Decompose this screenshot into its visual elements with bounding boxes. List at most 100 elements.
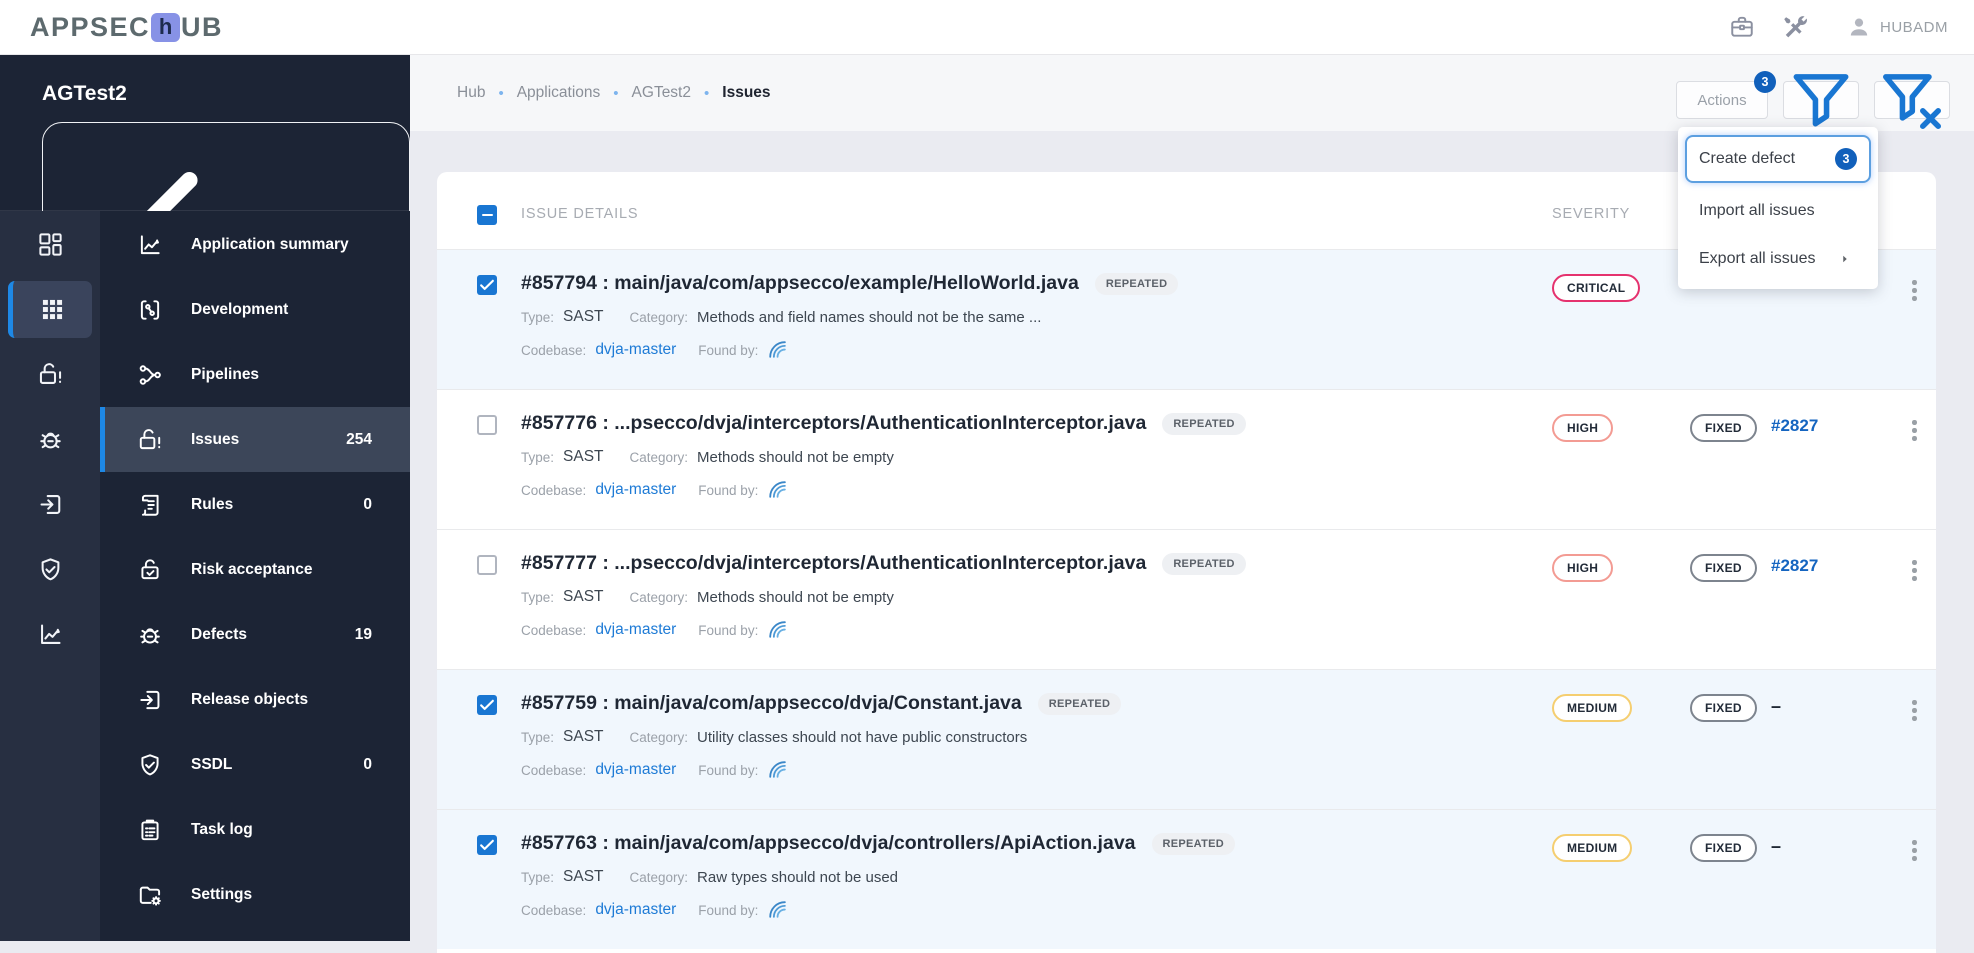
folder-gear-icon <box>137 882 163 908</box>
row-checkbox[interactable] <box>477 275 497 295</box>
row-checkbox[interactable] <box>477 555 497 575</box>
lock-alert-icon <box>37 361 64 388</box>
rail-item-reports[interactable] <box>0 602 100 667</box>
codebase-link[interactable]: dvja-master <box>595 761 676 779</box>
rail-item-defects[interactable] <box>0 407 100 472</box>
codebase-link[interactable]: dvja-master <box>595 621 676 639</box>
sidebar-item-application-summary[interactable]: Application summary <box>100 212 410 277</box>
lock-check-icon <box>137 557 163 583</box>
select-all-checkbox[interactable] <box>477 205 497 225</box>
logo-text-prefix: APPSEC <box>30 12 150 43</box>
category-label: Category: <box>630 450 689 465</box>
breadcrumb-agtest2[interactable]: AGTest2 <box>632 84 691 102</box>
status-badge: FIXED <box>1690 834 1757 862</box>
sidebar-item-count: 254 <box>346 431 372 449</box>
rail-item-dashboard[interactable] <box>0 212 100 277</box>
sidebar-item-task-log[interactable]: Task log <box>100 797 410 862</box>
clipboard-list-icon <box>137 817 163 843</box>
found-by-label: Found by: <box>698 763 758 778</box>
issue-details: #857763 : main/java/com/appsecco/dvja/co… <box>521 832 1518 921</box>
type-value: SAST <box>563 308 603 326</box>
breadcrumb-applications[interactable]: Applications <box>517 84 601 102</box>
rail-item-ssdl[interactable] <box>0 537 100 602</box>
briefcase-icon[interactable] <box>1729 14 1755 40</box>
menu-item-import-all-issues[interactable]: Import all issues <box>1678 187 1878 235</box>
sidebar-item-defects[interactable]: Defects19 <box>100 602 410 667</box>
sidebar-item-pipelines[interactable]: Pipelines <box>100 342 410 407</box>
issue-row[interactable]: #857776 : ...psecco/dvja/interceptors/Au… <box>437 389 1936 529</box>
rail-item-applications[interactable] <box>8 281 92 338</box>
sidebar-item-development[interactable]: Development <box>100 277 410 342</box>
type-label: Type: <box>521 590 554 605</box>
sidebar-item-count: 0 <box>363 496 372 514</box>
row-overflow-menu[interactable] <box>1908 696 1921 725</box>
category-label: Category: <box>630 870 689 885</box>
codebase-link[interactable]: dvja-master <box>595 481 676 499</box>
actions-button-label: Actions <box>1697 92 1746 109</box>
issue-row[interactable]: #857763 : main/java/com/appsecco/dvja/co… <box>437 809 1936 949</box>
rules-scroll-icon <box>137 492 163 518</box>
dev-brackets-icon <box>137 297 163 323</box>
defect-empty: – <box>1771 836 1781 856</box>
row-checkbox[interactable] <box>477 695 497 715</box>
rail-item-issues[interactable] <box>0 342 100 407</box>
type-label: Type: <box>521 870 554 885</box>
appsechub-logo[interactable]: APPSEC h UB <box>30 12 223 43</box>
severity-header: SEVERITY <box>1552 206 1668 222</box>
issue-title[interactable]: #857759 : main/java/com/appsecco/dvja/Co… <box>521 692 1022 715</box>
issue-row[interactable]: #857777 : ...psecco/dvja/interceptors/Au… <box>437 529 1936 669</box>
menu-item-create-defect[interactable]: Create defect3 <box>1685 135 1871 183</box>
row-checkbox[interactable] <box>477 835 497 855</box>
category-label: Category: <box>630 310 689 325</box>
defect-link[interactable]: #2827 <box>1771 416 1818 435</box>
sidebar-item-rules[interactable]: Rules0 <box>100 472 410 537</box>
menu-item-label: Export all issues <box>1699 250 1816 268</box>
user-menu[interactable]: HUBADM <box>1847 15 1948 39</box>
row-overflow-menu[interactable] <box>1908 556 1921 585</box>
breadcrumb-hub[interactable]: Hub <box>457 84 485 102</box>
row-checkbox[interactable] <box>477 415 497 435</box>
issue-details: #857759 : main/java/com/appsecco/dvja/Co… <box>521 692 1518 781</box>
clear-filter-button[interactable] <box>1874 81 1950 119</box>
issue-title[interactable]: #857763 : main/java/com/appsecco/dvja/co… <box>521 832 1136 855</box>
sidebar-item-risk-acceptance[interactable]: Risk acceptance <box>100 537 410 602</box>
tools-icon[interactable] <box>1781 14 1807 40</box>
issues-card: ISSUE DETAILS SEVERITY #857794 : main/ja… <box>437 172 1936 953</box>
sidebar-item-release-objects[interactable]: Release objects <box>100 667 410 732</box>
type-label: Type: <box>521 730 554 745</box>
found-by-label: Found by: <box>698 903 758 918</box>
defect-link[interactable]: #2827 <box>1771 556 1818 575</box>
lock-alert-icon <box>137 427 163 453</box>
row-overflow-menu[interactable] <box>1908 276 1921 305</box>
filter-button[interactable] <box>1783 81 1859 119</box>
sidebar-item-ssdl[interactable]: SSDL0 <box>100 732 410 797</box>
actions-dropdown: Create defect3Import all issues Export al… <box>1678 127 1878 289</box>
exit-to-app-icon <box>137 687 163 713</box>
codebase-label: Codebase: <box>521 903 586 918</box>
status-badge: FIXED <box>1690 554 1757 582</box>
category-value: Utility classes should not have public c… <box>697 729 1027 746</box>
category-label: Category: <box>630 730 689 745</box>
sidebar-item-settings[interactable]: Settings <box>100 862 410 927</box>
issue-row[interactable]: #857759 : main/java/com/appsecco/dvja/Co… <box>437 669 1936 809</box>
codebase-link[interactable]: dvja-master <box>595 901 676 919</box>
issue-title[interactable]: #857776 : ...psecco/dvja/interceptors/Au… <box>521 412 1146 435</box>
sidebar-item-label: Pipelines <box>191 366 259 384</box>
row-overflow-menu[interactable] <box>1908 836 1921 865</box>
issue-title[interactable]: #857777 : ...psecco/dvja/interceptors/Au… <box>521 552 1146 575</box>
type-value: SAST <box>563 448 603 466</box>
found-by-label: Found by: <box>698 623 758 638</box>
codebase-link[interactable]: dvja-master <box>595 341 676 359</box>
sidebar-item-issues[interactable]: Issues254 <box>100 407 410 472</box>
rail-item-release-objects[interactable] <box>0 472 100 537</box>
funnel-clear-icon <box>1875 63 1949 137</box>
person-icon <box>1847 15 1871 39</box>
severity-badge: HIGH <box>1552 554 1613 582</box>
issue-title[interactable]: #857794 : main/java/com/appsecco/example… <box>521 272 1079 295</box>
sidebar-item-count: 0 <box>363 756 372 774</box>
row-overflow-menu[interactable] <box>1908 416 1921 445</box>
actions-button[interactable]: Actions 3 <box>1676 81 1768 119</box>
menu-item-export-all-issues[interactable]: Export all issues <box>1678 235 1878 283</box>
severity-badge: HIGH <box>1552 414 1613 442</box>
codebase-label: Codebase: <box>521 763 586 778</box>
